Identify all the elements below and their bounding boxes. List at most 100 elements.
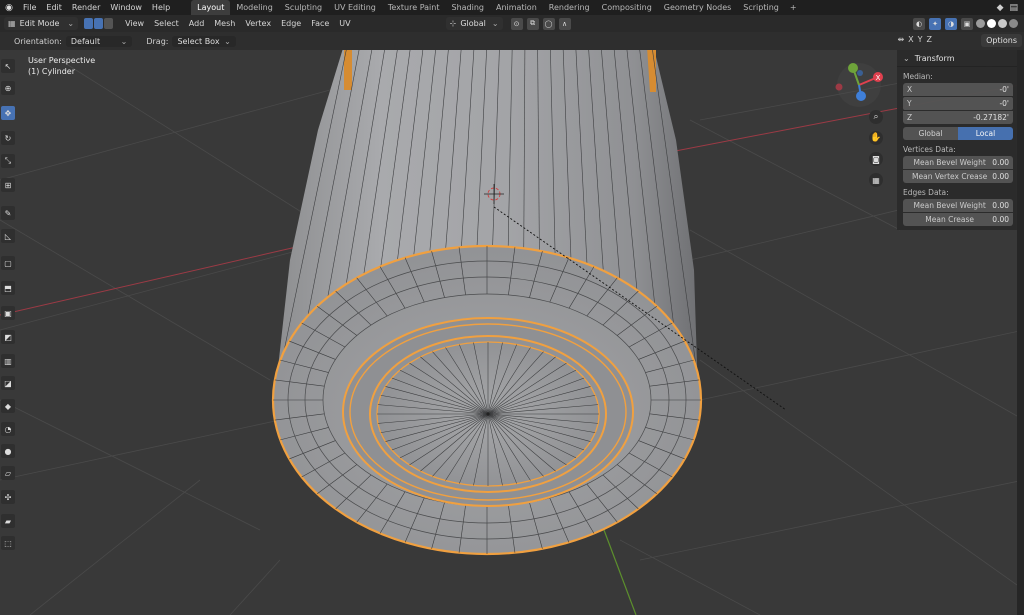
- annotate-tool-icon[interactable]: ✎: [1, 206, 15, 220]
- edge-select-icon[interactable]: [94, 18, 104, 29]
- add-workspace-button[interactable]: +: [785, 3, 802, 12]
- gizmo-neg-x-ball[interactable]: [835, 83, 843, 91]
- menu-mesh[interactable]: Mesh: [209, 19, 240, 28]
- add-cube-tool-icon[interactable]: ▢: [1, 256, 15, 270]
- pan-hand-icon[interactable]: ✋: [869, 131, 883, 145]
- menu-edit[interactable]: Edit: [41, 0, 67, 15]
- edge-slide-tool-icon[interactable]: ▱: [1, 466, 15, 480]
- rotate-tool-icon[interactable]: ↻: [1, 131, 15, 145]
- chevron-down-icon: ⌄: [903, 53, 910, 63]
- mirror-x-toggle[interactable]: X: [908, 35, 913, 44]
- gizmo-toggle-icon[interactable]: ✦: [929, 17, 941, 30]
- rendered-shading-icon[interactable]: [1009, 19, 1018, 28]
- median-y-field[interactable]: Y -0': [903, 97, 1013, 110]
- menu-window[interactable]: Window: [105, 0, 147, 15]
- local-toggle[interactable]: Local: [958, 127, 1013, 140]
- select-tool-icon[interactable]: ↖: [1, 59, 15, 73]
- tab-rendering[interactable]: Rendering: [543, 0, 596, 15]
- transform-orientation-dropdown[interactable]: ⊹ Global ⌄: [445, 17, 503, 30]
- tab-compositing[interactable]: Compositing: [596, 0, 658, 15]
- visibility-icon[interactable]: ◐: [913, 17, 925, 30]
- tab-shading[interactable]: Shading: [445, 0, 490, 15]
- menu-edge[interactable]: Edge: [276, 19, 306, 28]
- perspective-grid-icon[interactable]: ▦: [869, 173, 883, 187]
- mirror-icon[interactable]: ⇹: [897, 35, 904, 44]
- scale-tool-icon[interactable]: ⤡: [1, 154, 15, 168]
- menu-view[interactable]: View: [120, 19, 149, 28]
- solid-shading-icon[interactable]: [987, 19, 996, 28]
- vertex-select-icon[interactable]: [84, 18, 94, 29]
- spin-tool-icon[interactable]: ◔: [1, 422, 15, 436]
- tab-scripting[interactable]: Scripting: [737, 0, 785, 15]
- snap-icon[interactable]: ⧉: [526, 17, 539, 30]
- vertices-data-label: Vertices Data:: [903, 145, 956, 154]
- poly-build-tool-icon[interactable]: ◆: [1, 399, 15, 413]
- sidebar-tabs[interactable]: [1017, 50, 1024, 615]
- knife-tool-icon[interactable]: ◪: [1, 376, 15, 390]
- median-x-field[interactable]: X -0': [903, 83, 1013, 96]
- tab-uv-editing[interactable]: UV Editing: [328, 0, 382, 15]
- rip-region-tool-icon[interactable]: ⬚: [1, 536, 15, 550]
- tab-modeling[interactable]: Modeling: [230, 0, 278, 15]
- gizmo-neg-z-ball[interactable]: [857, 70, 863, 76]
- mean-vertex-crease-field[interactable]: Mean Vertex Crease 0.00: [903, 170, 1013, 183]
- gizmo-y-ball[interactable]: [848, 63, 858, 73]
- gizmo-z-ball[interactable]: [856, 91, 866, 101]
- menu-add[interactable]: Add: [184, 19, 210, 28]
- drag-dropdown[interactable]: Select Box ⌄: [172, 35, 236, 47]
- pivot-point-icon[interactable]: ⊙: [510, 17, 523, 30]
- mode-selector[interactable]: ▦ Edit Mode ⌄: [4, 17, 79, 30]
- cursor-tool-icon[interactable]: ⊕: [1, 81, 15, 95]
- move-tool-icon[interactable]: ✥: [1, 106, 15, 120]
- mirror-y-toggle[interactable]: Y: [918, 35, 923, 44]
- menu-vertex[interactable]: Vertex: [240, 19, 276, 28]
- menu-file[interactable]: File: [18, 0, 41, 15]
- proportional-editing-icon[interactable]: ◯: [542, 17, 555, 30]
- loop-cut-tool-icon[interactable]: ▥: [1, 354, 15, 368]
- xray-toggle-icon[interactable]: ▣: [961, 17, 973, 30]
- shear-tool-icon[interactable]: ▰: [1, 514, 15, 528]
- smooth-tool-icon[interactable]: ●: [1, 444, 15, 458]
- global-toggle[interactable]: Global: [903, 127, 958, 140]
- face-select-icon[interactable]: [104, 18, 114, 29]
- mean-bevel-weight-field[interactable]: Mean Bevel Weight 0.00: [903, 156, 1013, 169]
- zoom-icon[interactable]: ⌕: [869, 110, 883, 124]
- menu-uv[interactable]: UV: [334, 19, 355, 28]
- options-button[interactable]: Options: [981, 34, 1022, 47]
- scene-icon[interactable]: ◆: [997, 3, 1004, 13]
- menu-select[interactable]: Select: [149, 19, 184, 28]
- transform-panel-header[interactable]: ⌄ Transform: [897, 50, 1017, 67]
- edit-mode-icon: ▦: [8, 19, 16, 28]
- orientation-dropdown[interactable]: Default ⌄: [65, 35, 133, 47]
- mean-crease-field[interactable]: Mean Crease 0.00: [903, 213, 1013, 226]
- inset-tool-icon[interactable]: ▣: [1, 306, 15, 320]
- material-shading-icon[interactable]: [998, 19, 1007, 28]
- measure-tool-icon[interactable]: ◺: [1, 229, 15, 243]
- tab-layout[interactable]: Layout: [191, 0, 231, 15]
- navigation-gizmo[interactable]: X ⌕ ✋ ◙ ▦: [826, 60, 896, 200]
- menu-render[interactable]: Render: [67, 0, 105, 15]
- transform-tool-icon[interactable]: ⊞: [1, 178, 15, 192]
- wireframe-shading-icon[interactable]: [976, 19, 985, 28]
- shrink-fatten-tool-icon[interactable]: ✣: [1, 490, 15, 504]
- chevron-down-icon: ⌄: [491, 19, 499, 28]
- mirror-z-toggle[interactable]: Z: [927, 35, 932, 44]
- tab-sculpting[interactable]: Sculpting: [279, 0, 328, 15]
- tab-texture-paint[interactable]: Texture Paint: [382, 0, 446, 15]
- median-z-field[interactable]: Z -0.27182': [903, 111, 1013, 124]
- overlays-toggle-icon[interactable]: ◑: [945, 17, 957, 30]
- menu-help[interactable]: Help: [147, 0, 175, 15]
- menu-face[interactable]: Face: [306, 19, 334, 28]
- blender-logo-icon[interactable]: ◉: [0, 0, 18, 15]
- view-layer-icon[interactable]: ▤: [1009, 3, 1018, 13]
- bevel-tool-icon[interactable]: ◩: [1, 330, 15, 344]
- tab-animation[interactable]: Animation: [490, 0, 543, 15]
- edges-data-label: Edges Data:: [903, 188, 949, 197]
- edge-bevel-weight-field[interactable]: Mean Bevel Weight 0.00: [903, 199, 1013, 212]
- falloff-curve-icon[interactable]: ∧: [558, 17, 571, 30]
- axis-gizmo-svg[interactable]: X: [826, 60, 896, 200]
- camera-view-icon[interactable]: ◙: [869, 152, 883, 166]
- extrude-tool-icon[interactable]: ⬒: [1, 281, 15, 295]
- tab-geometry-nodes[interactable]: Geometry Nodes: [658, 0, 737, 15]
- mean-bevel-weight-value: 0.00: [992, 158, 1009, 167]
